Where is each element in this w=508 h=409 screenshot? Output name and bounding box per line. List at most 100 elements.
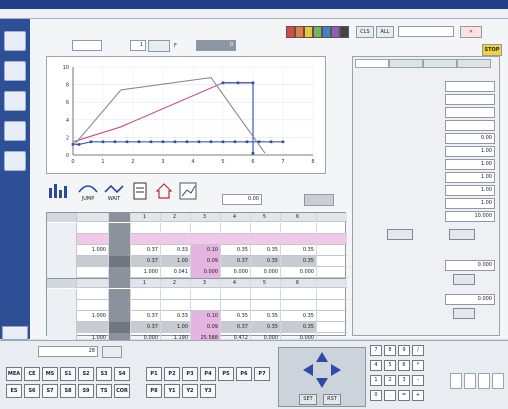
calibration-button-2[interactable] — [453, 308, 475, 319]
home-icon[interactable] — [154, 182, 174, 204]
table-cell[interactable] — [109, 311, 131, 322]
table-cell[interactable]: 0.33 — [161, 245, 191, 256]
setting-field[interactable]: 10.000 — [445, 211, 495, 222]
numpad-key[interactable]: 6 — [398, 360, 410, 371]
function-key[interactable]: S3 — [96, 367, 112, 381]
numpad-key[interactable]: 9 — [398, 345, 410, 356]
table-cell[interactable]: 0.09 — [191, 256, 221, 267]
table-cell[interactable]: 0.35 — [281, 311, 317, 322]
rst-key[interactable]: RST — [323, 394, 341, 405]
bottom-field[interactable]: 28 — [38, 346, 98, 357]
program-key[interactable]: Y2 — [182, 384, 198, 398]
calibration-field-2[interactable]: 0.000 — [445, 294, 495, 305]
numpad-key[interactable]: 4 — [370, 360, 382, 371]
table-cell[interactable] — [221, 223, 251, 234]
speed-field[interactable] — [72, 40, 102, 51]
table-cell[interactable] — [77, 234, 109, 245]
numpad-key[interactable]: = — [398, 390, 410, 401]
table-cell[interactable] — [191, 223, 221, 234]
function-key[interactable]: CE — [24, 367, 40, 381]
function-key[interactable]: S2 — [78, 367, 94, 381]
jump-icon[interactable]: JUMP — [76, 182, 100, 204]
setting-field[interactable]: 1.00 — [445, 185, 495, 196]
close-icon[interactable]: ✕ — [460, 26, 482, 38]
function-key[interactable]: S8 — [60, 384, 76, 398]
table-cell[interactable] — [131, 223, 161, 234]
document-icon[interactable] — [130, 182, 150, 204]
function-key[interactable]: S6 — [24, 384, 40, 398]
setting-field[interactable] — [445, 107, 495, 118]
table-cell[interactable] — [77, 300, 109, 311]
table-cell[interactable]: 0.37 — [131, 256, 161, 267]
sidebar-item-2[interactable] — [4, 61, 26, 81]
table-cell[interactable] — [77, 256, 109, 267]
table-cell[interactable] — [161, 289, 191, 300]
graph-offset-field[interactable]: 0.00 — [222, 194, 262, 205]
function-key[interactable]: S9 — [78, 384, 94, 398]
table-cell[interactable] — [251, 289, 281, 300]
table-cell[interactable]: 0.37 — [221, 256, 251, 267]
function-key[interactable]: MS — [42, 367, 58, 381]
table-cell[interactable]: 0.35 — [281, 322, 317, 333]
table-cell[interactable] — [251, 234, 281, 245]
tab-2[interactable] — [389, 59, 423, 68]
table-cell[interactable]: 0.000 — [221, 267, 251, 278]
left-footer-button[interactable] — [2, 326, 28, 340]
table-cell[interactable]: 0.35 — [281, 245, 317, 256]
numpad-key[interactable]: 5 — [384, 360, 396, 371]
table-cell[interactable]: 0.35 — [251, 256, 281, 267]
color-swatch-4[interactable] — [313, 26, 322, 38]
color-swatch-3[interactable] — [304, 26, 313, 38]
setting-field[interactable]: 1.00 — [445, 198, 495, 209]
up-arrow-icon[interactable] — [316, 352, 328, 362]
bottom-field-button[interactable] — [102, 346, 122, 358]
table-cell[interactable] — [109, 300, 131, 311]
sidebar-item-1[interactable] — [4, 31, 26, 51]
stop-button[interactable]: STOP — [482, 44, 502, 56]
table-cell[interactable] — [191, 289, 221, 300]
numpad-key[interactable]: + — [412, 390, 424, 401]
numpad-key[interactable]: 1 — [370, 375, 382, 386]
table-cell[interactable]: 0.37 — [131, 245, 161, 256]
table-cell[interactable] — [109, 267, 131, 278]
program-key[interactable]: P4 — [200, 367, 216, 381]
table-cell[interactable] — [109, 289, 131, 300]
numpad-key[interactable]: / — [412, 345, 424, 356]
sidebar-item-4[interactable] — [4, 121, 26, 141]
table-cell[interactable]: 0.35 — [251, 245, 281, 256]
table-cell[interactable] — [161, 300, 191, 311]
setting-field[interactable] — [445, 81, 495, 92]
graph-icon[interactable] — [178, 182, 198, 204]
color-swatch-7[interactable] — [340, 26, 349, 38]
set-button[interactable] — [387, 229, 413, 240]
calibration-button-1[interactable] — [453, 274, 475, 285]
table-cell[interactable]: 1.000 — [131, 267, 161, 278]
table-cell[interactable]: 0.10 — [191, 245, 221, 256]
numpad-key[interactable]: 8 — [384, 345, 396, 356]
right-arrow-icon[interactable] — [331, 364, 341, 376]
table-cell[interactable]: 1.000 — [77, 245, 109, 256]
size-unit-button[interactable] — [148, 40, 170, 52]
program-key[interactable]: P5 — [218, 367, 234, 381]
tab-1[interactable] — [355, 59, 389, 68]
sidebar-item-3[interactable] — [4, 91, 26, 111]
left-arrow-icon[interactable] — [303, 364, 313, 376]
table-cell[interactable] — [77, 289, 109, 300]
table-cell[interactable] — [109, 234, 131, 245]
table-cell[interactable] — [77, 267, 109, 278]
table-cell[interactable] — [161, 234, 191, 245]
table-cell[interactable]: 0.041 — [161, 267, 191, 278]
table-cell[interactable] — [221, 234, 251, 245]
clear-button[interactable] — [449, 229, 475, 240]
mode-select[interactable] — [398, 26, 454, 37]
cls-button[interactable]: CLS — [356, 26, 374, 38]
table-cell[interactable] — [109, 322, 131, 333]
setting-field[interactable] — [445, 94, 495, 105]
table-cell[interactable] — [251, 223, 281, 234]
table-cell[interactable] — [281, 234, 317, 245]
down-arrow-icon[interactable] — [316, 378, 328, 388]
table-cell[interactable]: 0.35 — [281, 256, 317, 267]
table-cell[interactable] — [281, 289, 317, 300]
setting-field[interactable] — [445, 120, 495, 131]
table-cell[interactable]: 0.37 — [131, 311, 161, 322]
